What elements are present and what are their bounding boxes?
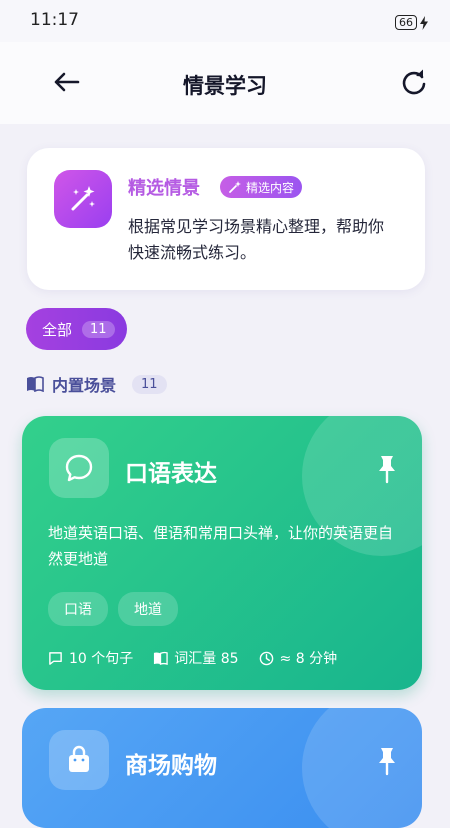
card-icon-tile [49,730,109,790]
card-title: 商场购物 [125,753,217,779]
battery-indicator: 66 [395,15,428,30]
sparkle-icon [229,181,241,193]
app-header: 情景学习 [0,42,450,124]
scene-card-oral[interactable]: 口语表达 地道英语口语、俚语和常用口头禅，让你的英语更自然更地道 口语 地道 1… [22,416,422,690]
card-tags: 口语 地道 [48,592,178,626]
tag-authentic[interactable]: 地道 [118,592,178,626]
filter-all-chip[interactable]: 全部 11 [26,308,127,350]
magic-wand-icon [71,186,95,211]
card-title: 口语表达 [125,461,217,487]
card-meta: 10 个句子 词汇量 85 ≈ 8 分钟 [48,648,337,668]
card-icon-tile [49,438,109,498]
duration: ≈ 8 分钟 [279,651,338,667]
featured-badge-label: 精选内容 [246,180,295,195]
refresh-button[interactable] [396,64,432,100]
page-title: 情景学习 [183,74,267,98]
meta-sentences: 10 个句子 [48,648,133,668]
book-icon [27,376,44,392]
featured-description: 根据常见学习场景精心整理，帮助你快速流畅式练习。 [128,217,385,262]
pin-icon[interactable] [374,746,400,776]
filter-label: 全部 [42,320,73,339]
shopping-bag-icon [69,745,89,772]
filter-count: 11 [82,320,115,338]
section-title: 内置场景 [52,376,117,395]
chat-bubble-icon [65,454,93,482]
featured-info-card: 精选情景 精选内容 根据常见学习场景精心整理，帮助你快速流畅式练习。 [27,148,425,290]
clock-icon [259,651,273,665]
sentence-count: 10 个句子 [69,651,134,667]
magic-wand-tile [54,170,112,228]
featured-badge: 精选内容 [220,176,303,198]
status-bar: 11:17 66 [0,0,450,42]
status-time: 11:17 [30,10,79,30]
scene-card-shopping[interactable]: 商场购物 [22,708,422,828]
section-count: 11 [132,374,167,394]
section-heading: 内置场景 11 [26,372,167,396]
battery-level: 66 [395,15,417,30]
card-description: 地道英语口语、俚语和常用口头禅，让你的英语更自然更地道 [48,524,394,568]
refresh-icon [402,69,426,95]
comment-icon [49,651,62,665]
meta-vocab: 词汇量 85 [153,648,239,668]
tag-oral[interactable]: 口语 [48,592,108,626]
meta-duration: ≈ 8 分钟 [259,648,338,668]
featured-title: 精选情景 [128,178,200,199]
book-icon [154,651,168,665]
charging-icon [420,15,428,30]
decorative-circle [302,708,422,828]
vocab-count: 词汇量 85 [174,651,239,667]
pin-icon[interactable] [374,454,400,484]
